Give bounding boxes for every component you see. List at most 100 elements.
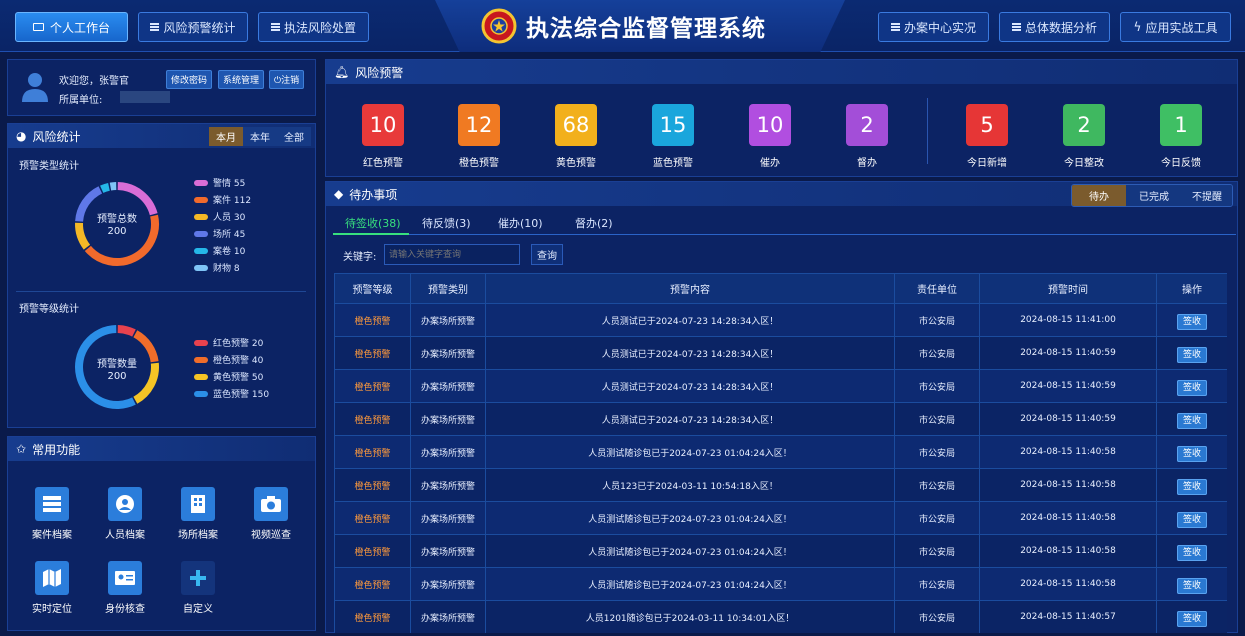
donut-segment <box>109 182 117 191</box>
avatar <box>22 73 48 102</box>
table-cell: 签收 <box>1156 369 1227 403</box>
legend-label: 蓝色预警 150 <box>213 390 270 400</box>
func-building-file[interactable]: 场所档案 <box>168 487 228 541</box>
table-cell: 签收 <box>1156 534 1227 568</box>
func-person-file[interactable]: 人员档案 <box>95 487 155 541</box>
nav-risk-handling[interactable]: 执法风险处置 <box>258 12 369 42</box>
filter-no-remind[interactable]: 不提醒 <box>1182 185 1232 206</box>
table-cell: 市公安局 <box>894 567 980 601</box>
table-cell: 2024-08-15 11:40:58 <box>979 435 1157 469</box>
legend-swatch <box>194 373 208 380</box>
table-cell: 2024-08-15 11:40:58 <box>979 534 1157 568</box>
table-cell: 市公安局 <box>894 468 980 502</box>
level-stats-title: 预警等级统计 <box>19 304 79 315</box>
period-tabs: 本月 本年 全部 <box>209 127 311 146</box>
search-button[interactable]: 查询 <box>531 244 563 265</box>
table-cell: 市公安局 <box>894 336 980 370</box>
table-cell: 人员1201随诊包已于2024-03-11 10:34:01入区！ <box>485 600 895 633</box>
nav-case-center[interactable]: 办案中心实况 <box>878 12 989 42</box>
table-row: 橙色预警 办案场所预警 人员测试随诊包已于2024-07-23 01:04:24入区… <box>334 534 1227 568</box>
table-cell: 办案场所预警 <box>410 369 486 403</box>
period-month[interactable]: 本月 <box>209 127 243 146</box>
sign-button[interactable]: 签收 <box>1176 544 1207 561</box>
table-cell: 橙色预警 <box>334 336 411 370</box>
func-realtime-location[interactable]: 实时定位 <box>22 561 82 615</box>
logout-button[interactable]: ⏻注销 <box>269 70 305 89</box>
sign-button[interactable]: 签收 <box>1176 379 1207 396</box>
table-cell: 2024-08-15 11:40:58 <box>979 501 1157 535</box>
stat-supervise[interactable]: 2 督办 <box>837 104 897 169</box>
legend-swatch <box>194 230 208 237</box>
tab-to-sign[interactable]: 待签收(38) <box>345 215 401 231</box>
table-cell: 橙色预警 <box>334 468 411 502</box>
nav-personal-workbench[interactable]: 个人工作台 <box>15 12 128 42</box>
stat-red-warning[interactable]: 10 红色预警 <box>353 104 413 169</box>
stat-yellow-warning[interactable]: 68 黄色预警 <box>546 104 606 169</box>
table-cell: 2024-08-15 11:40:59 <box>979 402 1157 436</box>
table-cell: 市公安局 <box>894 435 980 469</box>
sign-button[interactable]: 签收 <box>1176 478 1207 495</box>
table-row: 橙色预警 办案场所预警 人员1201随诊包已于2024-03-11 10:34:01… <box>334 600 1227 633</box>
tab-supervise[interactable]: 督办(2) <box>575 215 613 231</box>
filter-completed[interactable]: 已完成 <box>1126 185 1182 206</box>
common-functions-panel: ✩ 常用功能 案件档案 人员档案 场所档案 视频巡查 实时定位 身份核查 自定义 <box>7 436 316 631</box>
id-card-icon <box>108 561 142 595</box>
stat-today-rectify[interactable]: 2 今日整改 <box>1054 104 1114 169</box>
table-cell: 办案场所预警 <box>410 336 486 370</box>
nav-tools[interactable]: ϟ 应用实战工具 <box>1120 12 1231 42</box>
type-stats-title: 预警类型统计 <box>19 161 79 172</box>
plus-icon <box>181 561 215 595</box>
sign-button[interactable]: 签收 <box>1176 346 1207 363</box>
func-video-patrol[interactable]: 视频巡查 <box>241 487 301 541</box>
table-cell: 签收 <box>1156 402 1227 436</box>
table-cell: 2024-08-15 11:40:59 <box>979 336 1157 370</box>
stat-today-new[interactable]: 5 今日新增 <box>957 104 1017 169</box>
func-custom[interactable]: 自定义 <box>168 561 228 615</box>
table-cell: 办案场所预警 <box>410 435 486 469</box>
sign-button[interactable]: 签收 <box>1176 313 1207 330</box>
sign-button[interactable]: 签收 <box>1176 610 1207 627</box>
table-cell: 市公安局 <box>894 303 980 337</box>
stat-urge[interactable]: 10 催办 <box>740 104 800 169</box>
stat-today-feedback[interactable]: 1 今日反馈 <box>1151 104 1211 169</box>
nav-data-analysis[interactable]: 总体数据分析 <box>999 12 1110 42</box>
legend-item: 案卷 10 <box>194 244 245 257</box>
stat-blue-warning[interactable]: 15 蓝色预警 <box>643 104 703 169</box>
filter-pending[interactable]: 待办 <box>1072 185 1126 206</box>
table-cell: 办案场所预警 <box>410 402 486 436</box>
legend-swatch <box>194 196 208 203</box>
tab-urge[interactable]: 催办(10) <box>498 215 543 231</box>
sign-button[interactable]: 签收 <box>1176 577 1207 594</box>
table-cell: 签收 <box>1156 567 1227 601</box>
system-admin-button[interactable]: 系统管理 <box>218 70 265 89</box>
tab-to-feedback[interactable]: 待反馈(3) <box>422 215 471 231</box>
stat-orange-warning[interactable]: 12 橙色预警 <box>449 104 509 169</box>
keyword-input[interactable] <box>384 244 520 265</box>
legend-item: 红色预警 20 <box>194 336 263 349</box>
divider <box>16 291 306 292</box>
table-cell: 市公安局 <box>894 600 980 633</box>
sign-button[interactable]: 签收 <box>1176 412 1207 429</box>
period-year[interactable]: 本年 <box>243 127 277 146</box>
legend-label: 红色预警 20 <box>213 339 264 349</box>
sign-button[interactable]: 签收 <box>1176 511 1207 528</box>
change-password-button[interactable]: 修改密码 <box>166 70 213 89</box>
legend-swatch <box>194 247 208 254</box>
legend-item: 蓝色预警 150 <box>194 387 269 400</box>
legend-item: 案件 112 <box>194 193 251 206</box>
table-cell: 橙色预警 <box>334 534 411 568</box>
func-case-file[interactable]: 案件档案 <box>22 487 82 541</box>
menu-icon <box>1011 23 1021 31</box>
sign-button[interactable]: 签收 <box>1176 445 1207 462</box>
legend-item: 黄色预警 50 <box>194 370 263 383</box>
legend-swatch <box>194 179 208 186</box>
donut-segment <box>117 325 136 337</box>
table-row: 橙色预警 办案场所预警 人员测试随诊包已于2024-07-23 01:04:24入区… <box>334 435 1227 469</box>
legend-item: 财物 8 <box>194 261 240 274</box>
period-all[interactable]: 全部 <box>277 127 311 146</box>
legend-label: 案件 112 <box>213 196 252 206</box>
func-id-check[interactable]: 身份核查 <box>95 561 155 615</box>
keyword-label: 关键字: <box>343 252 377 263</box>
table-cell: 办案场所预警 <box>410 501 486 535</box>
nav-risk-stats[interactable]: 风险预警统计 <box>138 12 248 42</box>
